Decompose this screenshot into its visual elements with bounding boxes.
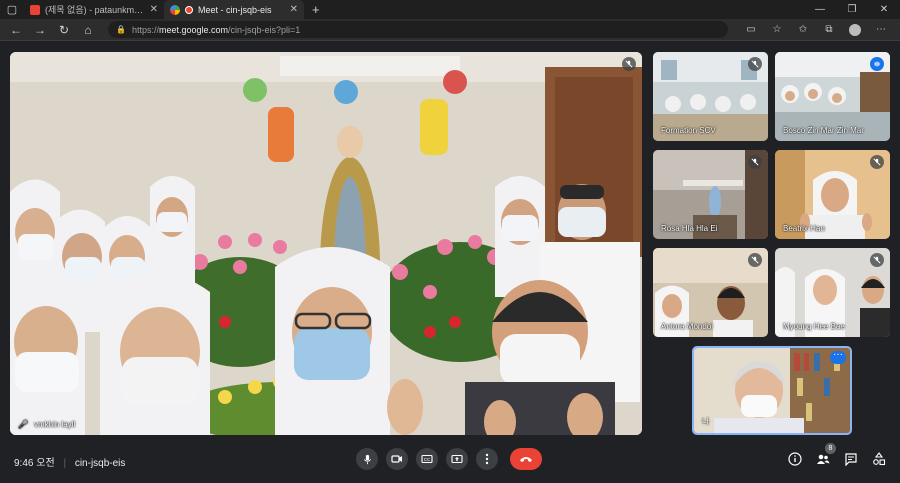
participant-name: Formation SCV [661,126,716,135]
microphone-icon [363,454,371,464]
people-icon [817,454,830,464]
meeting-info-button[interactable] [788,452,802,466]
microphone-button[interactable] [356,448,378,470]
separator: | [63,458,67,469]
meet-icon [170,4,180,15]
new-tab-button[interactable]: + [304,2,328,17]
chat-icon [845,453,857,467]
window-controls: — ❐ ✕ [804,4,900,15]
main-mic-off-icon [622,57,636,71]
back-icon[interactable]: ← [4,23,28,37]
end-call-icon [520,457,532,462]
participant-tile-rosa[interactable]: Rosa Hla Hla Ei [653,150,768,239]
captions-button[interactable]: CC [416,448,438,470]
more-options-icon[interactable]: ··· [830,350,846,364]
more-menu-icon[interactable]: ⋯ [868,24,894,35]
mic-off-icon [748,155,762,169]
people-button[interactable]: 8 [816,443,836,466]
participant-tile-beatrix[interactable]: Beatrix Han [775,150,890,239]
meeting-details: 9:46 오전 | cin-jsqb-eis [14,454,125,469]
add-favorite-icon[interactable]: ☆ [764,24,790,35]
mic-off-icon [748,253,762,267]
mic-off-icon [870,155,884,169]
close-tab-icon[interactable]: ✕ [150,4,158,15]
recording-dot-icon [185,5,193,14]
call-controls: CC [356,448,542,470]
activities-button[interactable] [872,452,886,466]
self-name: 나 [702,417,710,426]
meeting-control-bar: 9:46 오전 | cin-jsqb-eis CC 8 [0,440,900,483]
close-tab-icon[interactable]: ✕ [290,4,298,15]
main-speaker-mic-icon: 🎤 [18,420,28,429]
collections-icon[interactable]: ⧉ [816,24,842,35]
leave-call-button[interactable] [510,448,542,470]
side-panel-controls: 8 [788,443,886,467]
participant-name: Rosa Hla Hla Ei [661,224,718,233]
participant-tile-antora[interactable]: Antora Mondol [653,248,768,337]
participant-count-badge: 8 [825,443,836,454]
meeting-code: cin-jsqb-eis [74,458,126,469]
self-view-tile[interactable]: ··· 나 [692,346,852,435]
meeting-time: 9:46 오전 [14,458,55,469]
captions-icon: CC [421,454,433,464]
svg-text:CC: CC [424,457,431,462]
minimize-icon[interactable]: — [804,4,836,15]
info-icon [788,452,802,466]
browser-tab-bar: ▢ (제목 없음) - pataunkmay@gmai ✕ Meet - cin… [0,0,900,19]
speaking-indicator-icon [870,57,884,71]
camera-button[interactable] [386,448,408,470]
participant-name: Beatrix Han [783,224,825,233]
present-button[interactable] [446,448,468,470]
more-vert-icon [485,453,489,465]
main-video-image [10,52,642,435]
participant-name: Myoung Hee Bae [783,322,845,331]
self-video [694,348,850,433]
url-scheme: https:// [131,24,159,35]
reload-icon[interactable]: ↻ [52,23,76,37]
browser-tools: ▭ ☆ ✩ ⧉ ⋯ [738,23,900,36]
profile-avatar[interactable] [849,23,861,36]
lock-icon[interactable]: 🔒 [116,25,126,34]
participant-name: Antora Mondol [661,322,714,331]
present-screen-icon [451,454,463,464]
favorites-icon[interactable]: ✩ [790,24,816,35]
participant-tile-myoung[interactable]: Myoung Hee Bae [775,248,890,337]
participant-tile-formation-scv[interactable]: Formation SCV [653,52,768,141]
participant-name: Bosco Zin Mar Zin Mar [783,126,864,135]
forward-icon[interactable]: → [28,23,52,37]
activities-icon [873,452,886,466]
main-speaker-name: 🎤 vmkhin layll [18,420,75,429]
home-icon[interactable]: ⌂ [76,23,100,37]
camera-indicator-icon[interactable]: ▭ [738,24,764,35]
url-host: meet.google.com [158,24,229,35]
close-window-icon[interactable]: ✕ [868,4,900,15]
url-input[interactable]: 🔒 https://meet.google.com/cin-jsqb-eis?p… [108,21,728,38]
maximize-icon[interactable]: ❐ [836,4,868,15]
camera-icon [391,455,402,463]
tab-meet[interactable]: Meet - cin-jsqb-eis ✕ [164,0,304,19]
participant-tile-bosco[interactable]: Bosco Zin Mar Zin Mar [775,52,890,141]
main-speaker-tile[interactable]: 🎤 vmkhin layll [10,52,642,435]
tab-gmail[interactable]: (제목 없음) - pataunkmay@gmai ✕ [24,0,164,19]
tab-title: Meet - cin-jsqb-eis [198,4,272,15]
url-path: /cin-jsqb-eis?pli=1 [228,24,301,35]
chat-button[interactable] [844,452,858,467]
more-options-button[interactable] [476,448,498,470]
main-speaker-name-text: vmkhin layll [33,420,76,429]
mic-off-icon [870,253,884,267]
window-menu-icon[interactable]: ▢ [0,0,24,19]
tab-title: (제목 없음) - pataunkmay@gmai [45,5,146,15]
address-toolbar: ← → ↻ ⌂ 🔒 https://meet.google.com/cin-js… [0,19,900,41]
mic-off-icon [748,57,762,71]
gmail-icon [30,4,40,15]
